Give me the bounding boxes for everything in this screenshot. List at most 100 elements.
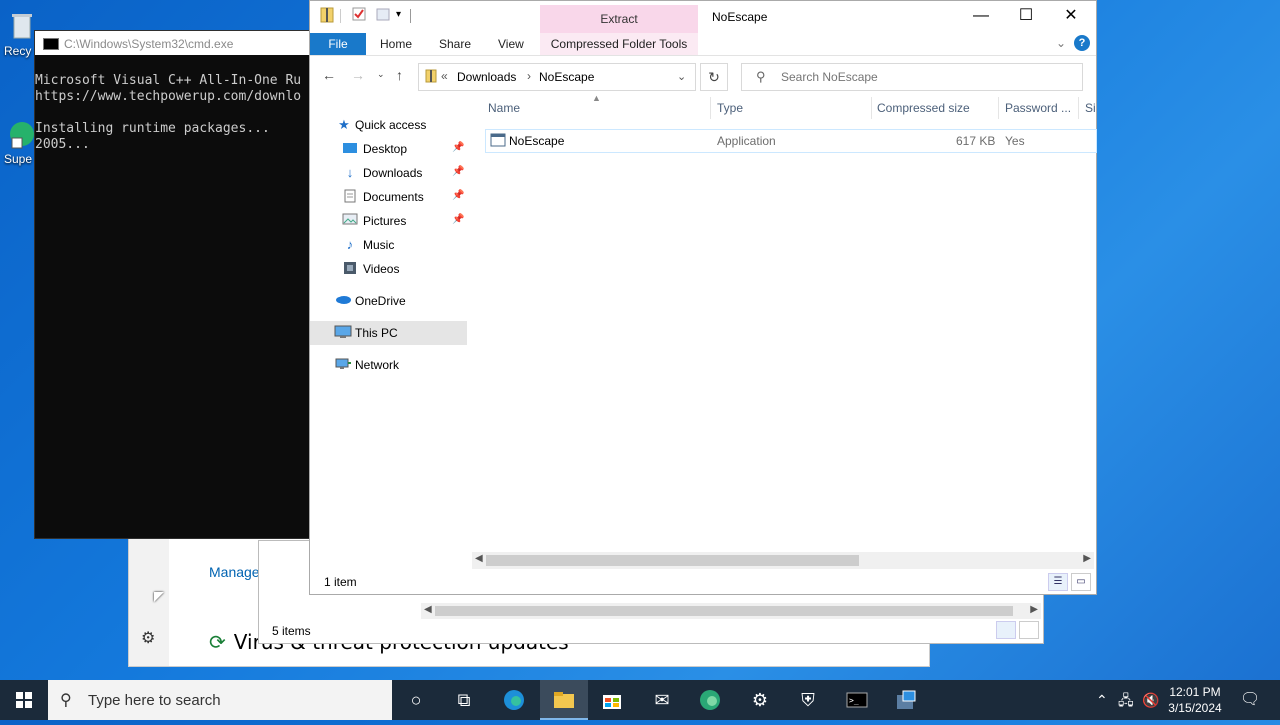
application-file-icon bbox=[490, 133, 506, 150]
nav-item-pictures[interactable]: Pictures 📌 bbox=[310, 209, 467, 233]
new-folder-icon[interactable] bbox=[376, 7, 390, 24]
large-icons-view-icon[interactable]: ▭ bbox=[1071, 573, 1091, 591]
expand-ribbon-chevron-icon[interactable]: ⌄ bbox=[1056, 36, 1066, 50]
address-bar[interactable]: « Downloads › NoEscape ⌄ bbox=[418, 63, 696, 91]
file-compressed-size: 617 KB bbox=[956, 134, 996, 148]
details-view-icon[interactable] bbox=[996, 621, 1016, 639]
svg-text:>_: >_ bbox=[849, 696, 859, 705]
horizontal-scrollbar[interactable]: ◀ ▶ bbox=[421, 603, 1041, 619]
manage-link[interactable]: Manage bbox=[209, 564, 260, 580]
cloud-icon bbox=[334, 293, 351, 309]
refresh-icon[interactable]: ↻ bbox=[700, 63, 728, 91]
column-header-compressed-size[interactable]: Compressed size bbox=[877, 101, 970, 115]
qat-dropdown-icon[interactable]: ▾ bbox=[396, 9, 401, 20]
details-view-icon[interactable]: ☰ bbox=[1048, 573, 1068, 591]
nav-item-onedrive[interactable]: OneDrive bbox=[310, 289, 467, 313]
mail-icon[interactable]: ✉ bbox=[638, 680, 686, 720]
minimize-icon[interactable]: — bbox=[958, 1, 1004, 31]
scroll-left-icon[interactable]: ◀ bbox=[424, 604, 432, 615]
tab-compressed-folder-tools[interactable]: Compressed Folder Tools bbox=[540, 33, 698, 55]
network-icon bbox=[334, 357, 351, 373]
windows-security-shield-icon[interactable]: ⛨ bbox=[784, 680, 832, 720]
action-center-notification-icon[interactable]: 🗨 bbox=[1240, 680, 1260, 720]
file-explorer-icon[interactable] bbox=[540, 680, 588, 720]
cmd-titlebar[interactable]: C:\Windows\System32\cmd.exe bbox=[35, 31, 315, 55]
pin-icon[interactable]: 📌 bbox=[452, 190, 464, 201]
nav-item-music[interactable]: ♪ Music bbox=[310, 233, 467, 257]
nav-item-this-pc[interactable]: This PC bbox=[310, 321, 467, 345]
navigation-bar: ← → ⌄ ↑ « Downloads › NoEscape ⌄ ↻ ⚲ bbox=[310, 57, 1096, 95]
clock-time: 12:01 PM bbox=[1169, 685, 1221, 699]
file-name: NoEscape bbox=[509, 134, 565, 148]
music-note-icon: ♪ bbox=[346, 237, 354, 252]
nav-item-videos[interactable]: Videos bbox=[310, 257, 467, 281]
tab-share[interactable]: Share bbox=[439, 37, 471, 51]
nav-item-downloads[interactable]: ↓ Downloads 📌 bbox=[310, 161, 467, 185]
search-input[interactable] bbox=[781, 70, 1061, 84]
edge-browser-icon[interactable] bbox=[490, 680, 538, 720]
breadcrumb-noescape[interactable]: NoEscape bbox=[539, 70, 594, 84]
explorer-titlebar[interactable]: ▾ Extract NoEscape — ☐ ✕ bbox=[310, 1, 1096, 33]
cortana-icon[interactable]: ○ bbox=[392, 680, 440, 720]
column-header-size[interactable]: Si bbox=[1085, 101, 1096, 115]
taskbar-search-box[interactable]: ⚲ Type here to search bbox=[48, 680, 392, 720]
edge-dev-icon[interactable] bbox=[686, 680, 734, 720]
nav-item-desktop[interactable]: Desktop 📌 bbox=[310, 137, 467, 161]
close-icon[interactable]: ✕ bbox=[1048, 1, 1094, 31]
nav-item-label: Network bbox=[355, 358, 400, 372]
table-row[interactable]: NoEscape Application 617 KB Yes bbox=[485, 129, 1097, 153]
microsoft-store-icon[interactable] bbox=[588, 680, 636, 720]
tab-view[interactable]: View bbox=[498, 37, 524, 51]
breadcrumb-separator-icon[interactable]: › bbox=[527, 69, 531, 83]
address-overflow[interactable]: « bbox=[441, 69, 448, 83]
horizontal-scrollbar[interactable]: ◀ ▶ bbox=[472, 552, 1094, 569]
search-box[interactable]: ⚲ bbox=[741, 63, 1083, 91]
network-tray-icon[interactable]: 🖧 bbox=[1118, 680, 1134, 720]
breadcrumb-downloads[interactable]: Downloads bbox=[457, 70, 516, 84]
task-view-icon[interactable]: ⧉ bbox=[440, 680, 488, 720]
scroll-right-icon[interactable]: ▶ bbox=[1030, 604, 1038, 615]
contextual-tab-extract[interactable]: Extract bbox=[540, 5, 698, 33]
refresh-shield-icon: ⟳ bbox=[209, 630, 226, 654]
star-icon: ★ bbox=[338, 117, 350, 132]
nav-item-documents[interactable]: Documents 📌 bbox=[310, 185, 467, 209]
scroll-left-icon[interactable]: ◀ bbox=[475, 553, 483, 564]
back-arrow-icon[interactable]: ← bbox=[322, 67, 336, 83]
settings-gear-icon[interactable]: ⚙ bbox=[736, 680, 784, 720]
nav-item-label: Downloads bbox=[363, 166, 423, 180]
tab-file[interactable]: File bbox=[310, 33, 366, 55]
column-header-type[interactable]: Type bbox=[717, 101, 743, 115]
scrollbar-thumb[interactable] bbox=[486, 555, 859, 566]
volume-muted-icon[interactable]: 🔇 bbox=[1142, 680, 1159, 720]
command-prompt-icon[interactable]: >_ bbox=[833, 680, 881, 720]
explorer-window[interactable]: ▾ Extract NoEscape — ☐ ✕ File Home Share… bbox=[309, 0, 1097, 595]
help-icon[interactable]: ? bbox=[1074, 35, 1090, 51]
nav-item-label: OneDrive bbox=[355, 294, 406, 308]
installer-app-icon[interactable] bbox=[882, 680, 930, 720]
windows-start-icon[interactable] bbox=[0, 680, 48, 720]
pin-icon[interactable]: 📌 bbox=[452, 142, 464, 153]
search-icon: ⚲ bbox=[60, 692, 72, 709]
maximize-icon[interactable]: ☐ bbox=[1003, 1, 1049, 31]
properties-check-icon[interactable] bbox=[352, 7, 366, 24]
pin-icon[interactable]: 📌 bbox=[452, 166, 464, 177]
nav-item-label: Videos bbox=[363, 262, 400, 276]
settings-gear-icon[interactable]: ⚙ bbox=[141, 628, 155, 648]
nav-item-network[interactable]: Network bbox=[310, 353, 467, 377]
scrollbar-thumb[interactable] bbox=[435, 606, 1013, 616]
scroll-right-icon[interactable]: ▶ bbox=[1083, 553, 1091, 564]
recent-locations-chevron-icon[interactable]: ⌄ bbox=[377, 69, 385, 80]
show-hidden-icons-chevron-icon[interactable]: ⌃ bbox=[1096, 680, 1108, 720]
column-header-password[interactable]: Password ... bbox=[1005, 101, 1071, 115]
status-item-count: 5 items bbox=[272, 624, 311, 638]
address-dropdown-icon[interactable]: ⌄ bbox=[677, 70, 686, 83]
pin-icon[interactable]: 📌 bbox=[452, 214, 464, 225]
up-arrow-icon[interactable]: ↑ bbox=[396, 67, 403, 83]
nav-item-quick-access[interactable]: ★ Quick access bbox=[310, 113, 467, 137]
taskbar-clock[interactable]: 12:01 PM 3/15/2024 bbox=[1158, 684, 1232, 716]
column-header-name[interactable]: Name bbox=[488, 101, 520, 115]
forward-arrow-icon[interactable]: → bbox=[351, 67, 365, 83]
tab-home[interactable]: Home bbox=[380, 37, 412, 51]
cmd-window[interactable]: C:\Windows\System32\cmd.exe Microsoft Vi… bbox=[34, 30, 316, 539]
large-icons-view-icon[interactable] bbox=[1019, 621, 1039, 639]
